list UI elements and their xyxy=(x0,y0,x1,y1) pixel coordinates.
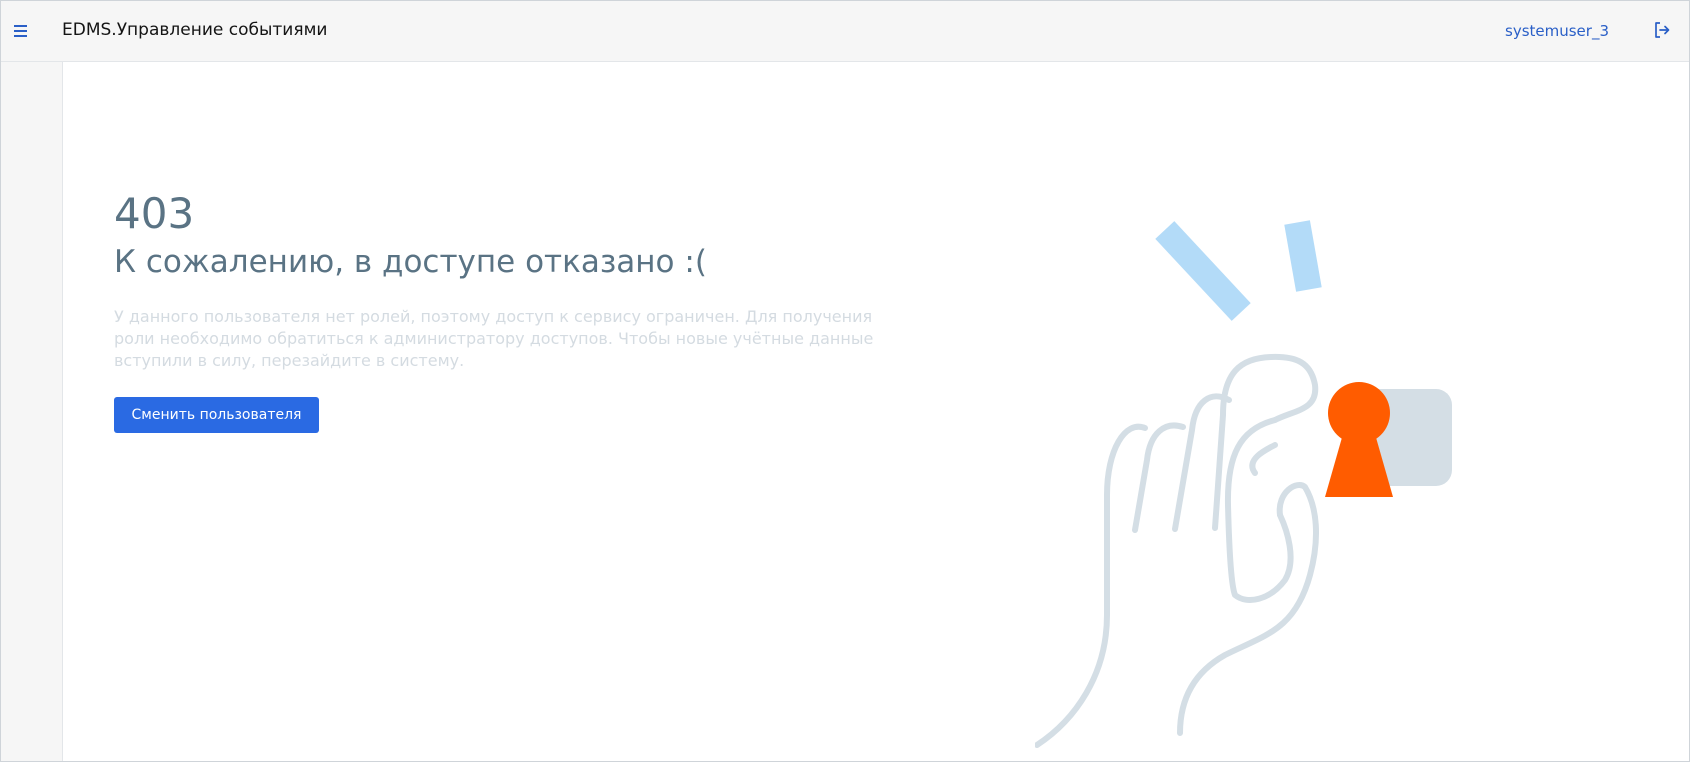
app-window: EDMS.Управление событиями systemuser_3 4… xyxy=(0,0,1690,762)
main-content: 403 К сожалению, в доступе отказано :( У… xyxy=(63,62,1689,761)
hamburger-menu-icon[interactable] xyxy=(11,19,31,43)
error-code: 403 xyxy=(114,189,195,238)
switch-user-button[interactable]: Сменить пользователя xyxy=(114,397,319,433)
error-description: У данного пользователя нет ролей, поэтом… xyxy=(114,307,874,370)
sidebar xyxy=(1,62,63,761)
app-title: EDMS.Управление событиями xyxy=(62,20,328,40)
hand-keyhole-illustration xyxy=(1034,215,1565,755)
username-link[interactable]: systemuser_3 xyxy=(1505,22,1609,40)
error-title: К сожалению, в доступе отказано :( xyxy=(114,244,707,280)
logout-icon[interactable] xyxy=(1653,21,1671,39)
top-header: EDMS.Управление событиями systemuser_3 xyxy=(1,1,1689,62)
